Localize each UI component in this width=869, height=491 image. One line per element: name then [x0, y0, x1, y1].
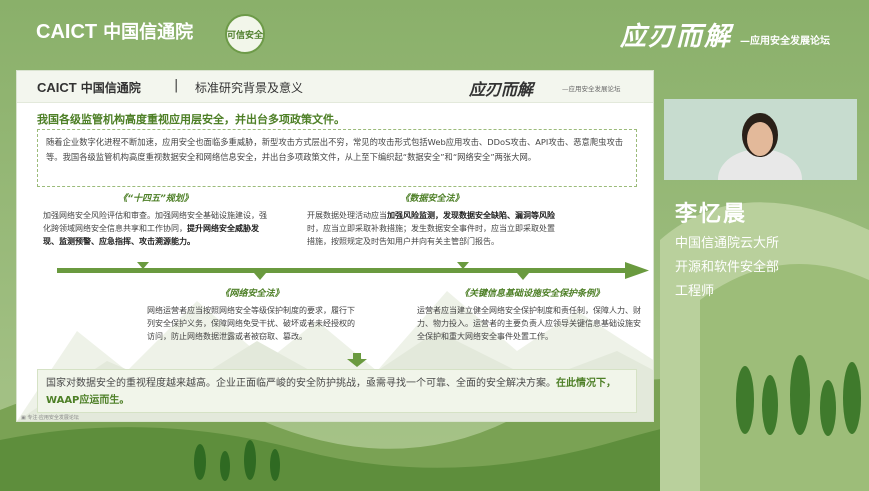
caict-logo: CAICT 中国信通院	[36, 21, 194, 43]
down-arrow-icon	[347, 353, 367, 367]
speaker-organization: 中国信通院云大所	[675, 236, 780, 251]
slide-slogan-subtitle: —应用安全发展论坛	[562, 85, 621, 93]
speaker-department: 开源和软件安全部	[675, 260, 780, 275]
speaker-avatar	[664, 99, 857, 180]
forum-slogan: 应刃而解	[620, 22, 733, 52]
intro-paragraph: 随着企业数字化进程不断加速，应用安全也面临多重威胁，新型攻击方式层出不穷，常见的…	[37, 129, 637, 187]
law-cybersecurity: 《网络安全法》 网络运营者应当按照网络安全等级保护制度的要求，履行下列安全保护义…	[147, 289, 355, 341]
speaker-info: 中国信通院云大所 开源和软件安全部 工程师	[675, 232, 855, 304]
slide-title: 标准研究背景及意义	[195, 81, 304, 95]
slide-footer: ▣ 专注·应用安全发展论坛	[21, 415, 79, 421]
trusted-security-badge: 可信安全	[225, 14, 265, 54]
slide-headline: 我国各级监管机构高度重视应用层安全，并出台多项政策文件。	[37, 113, 345, 126]
conclusion-box: 国家对数据安全的重视程度越来越高。企业正面临严峻的安全防护挑战，亟需寻找一个可靠…	[37, 369, 637, 413]
slide-caict-logo: CAICT 中国信通院	[37, 80, 141, 95]
speaker-title: 工程师	[675, 284, 715, 299]
law-data-security: 《数据安全法》 开展数据处理活动应当加强风险监测，发现数据安全缺陷、漏洞等风险时…	[307, 194, 555, 246]
law-critical-infrastructure: 《关键信息基础设施安全保护条例》 运营者应当建立健全网络安全保护制度和责任制，保…	[417, 289, 641, 341]
slide-slogan: 应刃而解	[469, 80, 534, 99]
slide-header: CAICT 中国信通院 | 标准研究背景及意义 应刃而解 —应用安全发展论坛	[17, 71, 653, 103]
top-branding-bar: CAICT 中国信通院 可信安全 应刃而解 —应用安全发展论坛	[0, 0, 869, 60]
timeline-arrow	[57, 262, 649, 280]
header-divider: |	[174, 78, 179, 93]
presentation-slide: CAICT 中国信通院 | 标准研究背景及意义 应刃而解 —应用安全发展论坛 我国…	[16, 70, 654, 422]
speaker-name: 李忆晨	[675, 202, 748, 227]
forum-subtitle: —应用安全发展论坛	[740, 36, 830, 47]
speaker-video	[664, 99, 857, 180]
law-fourteenth-five-year-plan: 《“十四五”规划》 加强网络安全风险评估和审查。加强网络安全基础设施建设，强化跨…	[43, 194, 267, 246]
